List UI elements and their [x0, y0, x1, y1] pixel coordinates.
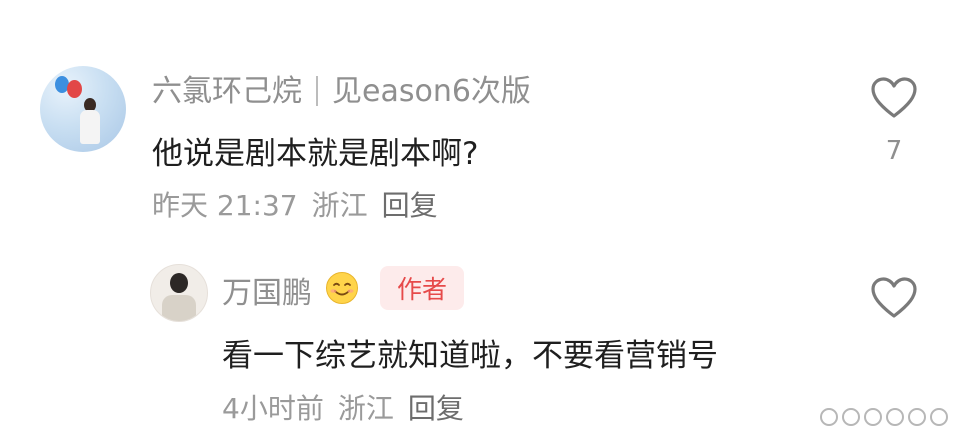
comment-user-tag: 见eason6次版 — [332, 74, 531, 109]
smiling-face-icon — [326, 272, 358, 304]
watermark-mark — [886, 408, 904, 426]
comment-reply-button[interactable]: 回复 — [382, 189, 438, 222]
watermark-mark — [908, 408, 926, 426]
heart-outline-icon[interactable] — [870, 276, 918, 320]
watermark-mark — [864, 408, 882, 426]
reply-location: 浙江 — [337, 392, 394, 425]
comment-meta: 昨天 21:37 浙江 回复 — [152, 184, 438, 224]
watermark-mark — [930, 408, 948, 426]
reply-username[interactable]: 万国鹏 — [222, 268, 312, 312]
comment-username[interactable]: 六氯环己烷 — [152, 74, 302, 109]
reply-text: 看一下综艺就知道啦，不要看营销号 — [222, 338, 718, 374]
like-count: 7 — [885, 136, 903, 166]
reply-avatar-body — [162, 295, 196, 321]
reply-time: 4小时前 — [222, 392, 324, 425]
balloon-red — [67, 80, 82, 98]
reply-avatar[interactable] — [150, 264, 208, 322]
reply-avatar-head — [170, 273, 188, 293]
comment-username-line[interactable]: 六氯环己烷 见eason6次版 — [152, 66, 531, 110]
heart-outline-icon[interactable] — [870, 76, 918, 120]
avatar-figure-body — [80, 110, 100, 144]
avatar[interactable] — [40, 66, 126, 152]
watermark-mark — [842, 408, 860, 426]
username-separator — [316, 76, 318, 106]
watermark — [820, 402, 955, 432]
author-badge: 作者 — [380, 266, 464, 310]
comment-text: 他说是剧本就是剧本啊? — [152, 136, 479, 172]
comment-time: 昨天 21:37 — [152, 189, 298, 222]
comment-location: 浙江 — [311, 189, 368, 222]
watermark-mark — [820, 408, 838, 426]
reply-meta: 4小时前 浙江 回复 — [222, 387, 464, 427]
reply-reply-button[interactable]: 回复 — [408, 392, 464, 425]
